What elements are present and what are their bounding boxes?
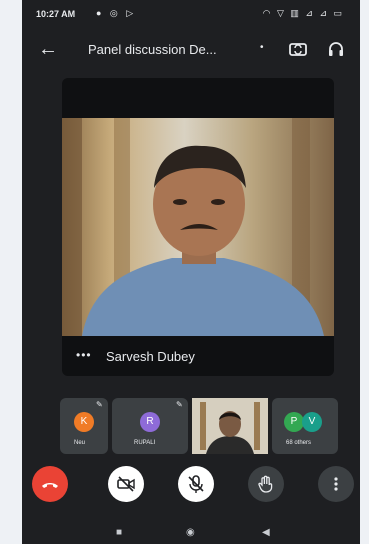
recents-icon[interactable]: ■	[116, 527, 122, 538]
headphones-icon[interactable]	[326, 39, 346, 64]
raise-hand-button[interactable]	[248, 466, 284, 502]
speaker-name-bar: ••• Sarvesh Dubey	[62, 342, 334, 372]
avatar: P	[284, 412, 304, 432]
participant-tile[interactable]: ✎ K Neu	[60, 398, 108, 454]
main-speaker-tile[interactable]: ••• Sarvesh Dubey	[62, 78, 334, 376]
camera-off-icon	[117, 476, 135, 492]
camera-off-button[interactable]	[108, 466, 144, 502]
back-arrow-icon[interactable]: ←	[38, 38, 58, 61]
others-count: 68 others	[286, 440, 312, 446]
participant-name: Neu	[74, 440, 86, 446]
camera-switch-icon[interactable]	[288, 39, 308, 64]
mic-off-button[interactable]	[178, 466, 214, 502]
speaker-name: Sarvesh Dubey	[106, 349, 195, 364]
meet-call-screen: 10:27 AM ● ◎ ▷ ◠ ▽ ▥ ⊿ ⊿ ▭ ← Panel discu…	[22, 0, 360, 544]
avatar: K	[74, 412, 94, 432]
mic-off-icon: ✎	[176, 400, 183, 409]
status-time: 10:27 AM	[36, 9, 76, 19]
meeting-title[interactable]: Panel discussion De...	[88, 42, 217, 57]
avatar: R	[140, 412, 160, 432]
back-icon[interactable]: ◀	[262, 527, 270, 538]
hand-icon	[258, 475, 273, 493]
participant-strip: ✎ K Neu ✎ R RUPALI P V 68 others	[60, 398, 338, 454]
system-nav-bar: ■ ◉ ◀	[22, 524, 360, 544]
system-status-icons: ◠ ▽ ▥ ⊿ ⊿ ▭	[262, 8, 344, 18]
mic-off-icon: ✎	[96, 400, 103, 409]
mic-off-icon	[188, 475, 204, 493]
home-icon[interactable]: ◉	[186, 527, 195, 538]
self-video	[192, 398, 268, 454]
speaker-video	[62, 118, 334, 336]
participant-name: RUPALI	[134, 440, 156, 446]
more-vertical-icon	[334, 477, 338, 491]
others-tile[interactable]: P V 68 others	[272, 398, 338, 454]
more-options-button[interactable]	[318, 466, 354, 502]
status-bar: 10:27 AM ● ◎ ▷ ◠ ▽ ▥ ⊿ ⊿ ▭	[22, 0, 360, 26]
phone-hangup-icon	[42, 483, 58, 488]
more-options-icon[interactable]: •••	[76, 348, 92, 362]
title-dot: •	[260, 42, 264, 53]
self-video-tile[interactable]	[192, 398, 268, 454]
call-controls	[22, 466, 360, 506]
end-call-button[interactable]	[32, 466, 68, 502]
call-header: ← Panel discussion De... •	[22, 32, 360, 66]
participant-tile[interactable]: ✎ R RUPALI	[112, 398, 188, 454]
notification-icons: ● ◎ ▷	[96, 8, 137, 18]
avatar: V	[302, 412, 322, 432]
